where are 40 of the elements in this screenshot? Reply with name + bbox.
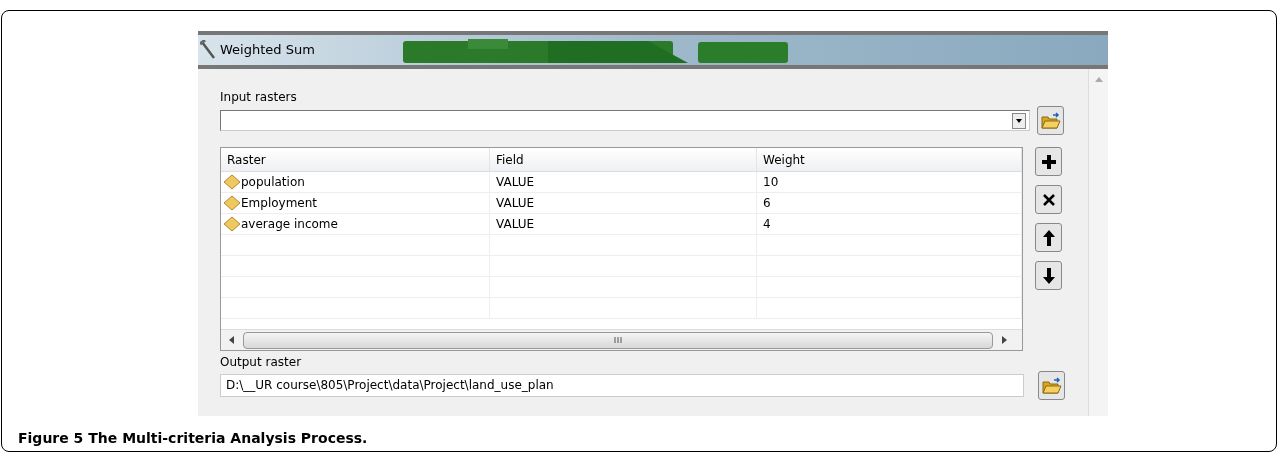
vertical-scrollbar[interactable] bbox=[1088, 69, 1108, 416]
move-down-button[interactable] bbox=[1035, 261, 1062, 290]
add-button[interactable] bbox=[1035, 147, 1062, 176]
scrollbar-thumb[interactable] bbox=[243, 331, 993, 349]
grip-icon bbox=[614, 337, 622, 343]
plus-icon bbox=[1040, 153, 1057, 170]
move-up-button[interactable] bbox=[1035, 223, 1062, 252]
horizontal-scrollbar[interactable] bbox=[221, 329, 1022, 350]
table-cell-text: population bbox=[241, 174, 305, 191]
browse-button[interactable] bbox=[1038, 371, 1065, 400]
arrow-up-icon bbox=[1041, 228, 1056, 247]
scroll-left-icon[interactable] bbox=[229, 336, 235, 344]
raster-diamond-icon bbox=[223, 174, 241, 190]
table-cell-text: VALUE bbox=[496, 174, 535, 191]
folder-icon bbox=[1040, 111, 1061, 130]
column-header[interactable]: Raster bbox=[221, 148, 490, 171]
scroll-right-icon[interactable] bbox=[1001, 336, 1007, 344]
remove-button[interactable] bbox=[1035, 185, 1062, 214]
window-title: Weighted Sum bbox=[220, 41, 315, 60]
table-cell-text: Employment bbox=[241, 195, 318, 212]
table-cell-text: VALUE bbox=[496, 216, 535, 233]
table-cell-text: VALUE bbox=[496, 195, 535, 212]
raster-diamond-icon bbox=[223, 195, 241, 211]
hammer-icon bbox=[200, 40, 216, 60]
table-cell-text: average income bbox=[241, 216, 338, 233]
close-icon bbox=[1042, 193, 1055, 206]
column-header[interactable]: Weight bbox=[757, 148, 1022, 171]
folder-icon bbox=[1041, 376, 1062, 395]
column-header[interactable]: Field bbox=[490, 148, 757, 171]
table-cell-text: 6 bbox=[763, 195, 771, 212]
arrow-down-icon bbox=[1041, 266, 1056, 285]
field-label: Output raster bbox=[220, 354, 303, 370]
table-cell-text: 10 bbox=[763, 174, 779, 191]
figure-caption: Figure 5 The Multi-criteria Analysis Process. bbox=[18, 429, 369, 448]
browse-button[interactable] bbox=[1037, 106, 1064, 135]
table-cell-text: 4 bbox=[763, 216, 771, 233]
input-rasters-dropdown[interactable] bbox=[220, 110, 1030, 131]
output-raster-field[interactable]: D:\__UR course\805\Project\data\Project\land_use_plan bbox=[220, 374, 1024, 397]
field-label: Input rasters bbox=[220, 89, 298, 105]
raster-diamond-icon bbox=[223, 216, 241, 232]
